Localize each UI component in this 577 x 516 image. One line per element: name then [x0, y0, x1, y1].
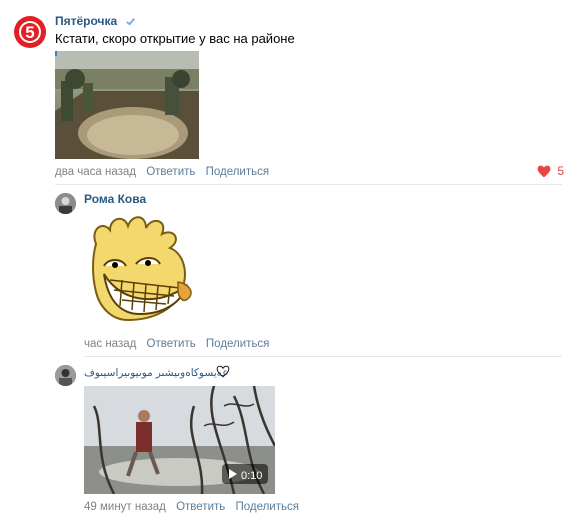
author-name[interactable]: عەیسوکاەوىيشىر موىيوىيراسيىوف	[84, 365, 229, 379]
share-button[interactable]: Поделиться	[206, 166, 270, 178]
reply-button[interactable]: Ответить	[176, 501, 225, 513]
divider	[84, 356, 562, 357]
comment-meta: час назад Ответить Поделиться	[84, 338, 276, 350]
like-count: 5	[557, 164, 565, 178]
comment-photo[interactable]	[55, 51, 199, 159]
author-name[interactable]: Рома Кова	[84, 192, 146, 206]
divider	[55, 184, 562, 185]
user-photo-icon	[55, 193, 76, 214]
sticker-image[interactable]	[82, 210, 198, 326]
verified-icon	[125, 18, 135, 26]
author-name-label[interactable]: Пятёрочка	[55, 14, 117, 28]
comment-time[interactable]: 49 минут назад	[84, 501, 166, 513]
share-button[interactable]: Поделиться	[206, 338, 270, 350]
reply-button[interactable]: Ответить	[147, 338, 196, 350]
heart-icon	[537, 165, 551, 178]
comment-meta: 49 минут назад Ответить Поделиться	[84, 501, 306, 513]
comment-time[interactable]: два часа назад	[55, 166, 136, 178]
troll-face-sticker	[92, 216, 192, 322]
video-duration: 0:10	[241, 470, 263, 482]
video-thumbnail[interactable]: 0:10	[84, 386, 275, 494]
game-screenshot-image	[55, 51, 199, 159]
comment-meta: два часа назад Ответить Поделиться	[55, 166, 276, 178]
avatar-user-3[interactable]	[55, 365, 76, 386]
author-name-label[interactable]: عەیسوکاەوىيشىر موىيوىيراسيىوف	[84, 367, 229, 379]
pyaterochka-logo-icon: 5	[15, 17, 45, 47]
author-name[interactable]: Пятёрочка	[55, 14, 136, 28]
comment-text: Кстати, скоро открытие у вас на районе	[55, 31, 295, 46]
share-button[interactable]: Поделиться	[235, 501, 299, 513]
comment-time[interactable]: час назад	[84, 338, 136, 350]
heart-outline-icon	[216, 365, 230, 383]
user-photo-icon	[55, 365, 76, 386]
logo-digit: 5	[25, 23, 34, 42]
like-button[interactable]: 5	[537, 164, 564, 178]
reply-button[interactable]: Ответить	[146, 166, 195, 178]
avatar-roma-kova[interactable]	[55, 193, 76, 214]
avatar-pyaterochka[interactable]: 5	[14, 16, 46, 48]
